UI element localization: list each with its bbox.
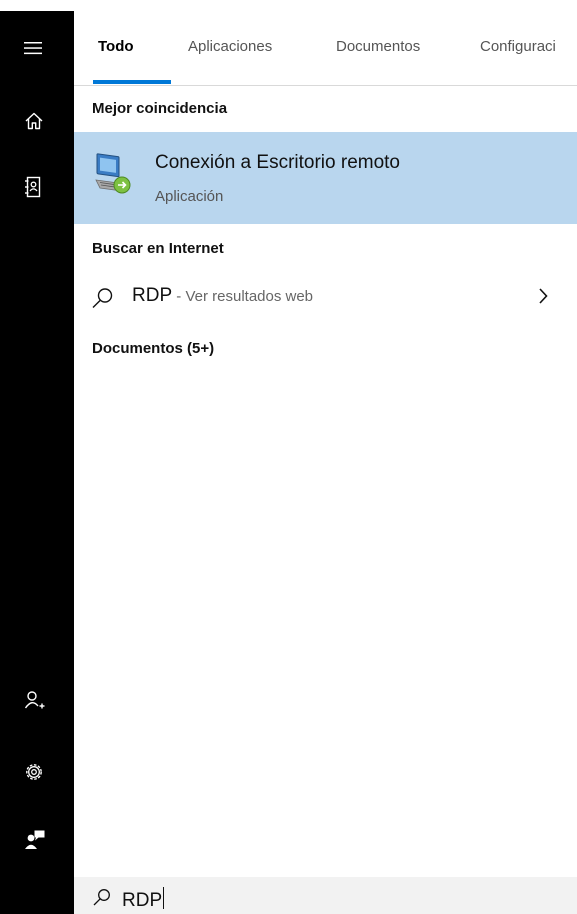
gear-icon (26, 764, 42, 780)
best-match-result[interactable]: Conexión a Escritorio remoto Aplicación (74, 132, 577, 224)
web-query-text: RDP - Ver resultados web (132, 285, 313, 307)
hamburger-menu-button[interactable] (0, 24, 74, 72)
notebook-icon (25, 176, 41, 198)
best-match-subtitle: Aplicación (155, 188, 224, 205)
search-icon (93, 889, 110, 906)
add-user-button[interactable] (0, 676, 74, 724)
notebook-button[interactable] (0, 163, 74, 211)
settings-button[interactable] (0, 748, 74, 796)
best-match-title: Conexión a Escritorio remoto (155, 152, 400, 173)
feedback-icon (25, 830, 45, 849)
search-web-heading: Buscar en Internet (92, 240, 224, 257)
remote-desktop-icon (95, 153, 131, 194)
sidebar (0, 11, 74, 914)
best-match-heading: Mejor coincidencia (92, 100, 228, 117)
web-search-result[interactable]: RDP - Ver resultados web (74, 277, 577, 317)
web-hint: - Ver resultados web (172, 288, 314, 305)
add-user-icon (24, 691, 45, 709)
tab-aplicaciones[interactable]: Aplicaciones (188, 38, 272, 55)
text-caret (163, 887, 165, 909)
search-input-value: RDP (122, 890, 163, 911)
feedback-button[interactable] (0, 816, 74, 864)
hamburger-icon (24, 42, 42, 55)
search-input[interactable]: RDP (122, 887, 165, 912)
active-tab-indicator (93, 80, 171, 84)
documents-heading[interactable]: Documentos (5+) (92, 340, 214, 357)
tab-documentos[interactable]: Documentos (336, 38, 420, 55)
search-results-panel: Todo Aplicaciones Documentos Configuraci… (74, 11, 577, 914)
tab-configuracion[interactable]: Configuraci (480, 38, 556, 55)
home-button[interactable] (0, 97, 74, 145)
chevron-right-icon[interactable] (537, 287, 549, 305)
tab-todo[interactable]: Todo (98, 38, 134, 55)
filter-tabs: Todo Aplicaciones Documentos Configuraci (74, 11, 577, 86)
web-query: RDP (132, 285, 173, 306)
search-box[interactable]: RDP (74, 877, 577, 914)
home-icon (25, 112, 43, 130)
search-icon (92, 288, 113, 308)
